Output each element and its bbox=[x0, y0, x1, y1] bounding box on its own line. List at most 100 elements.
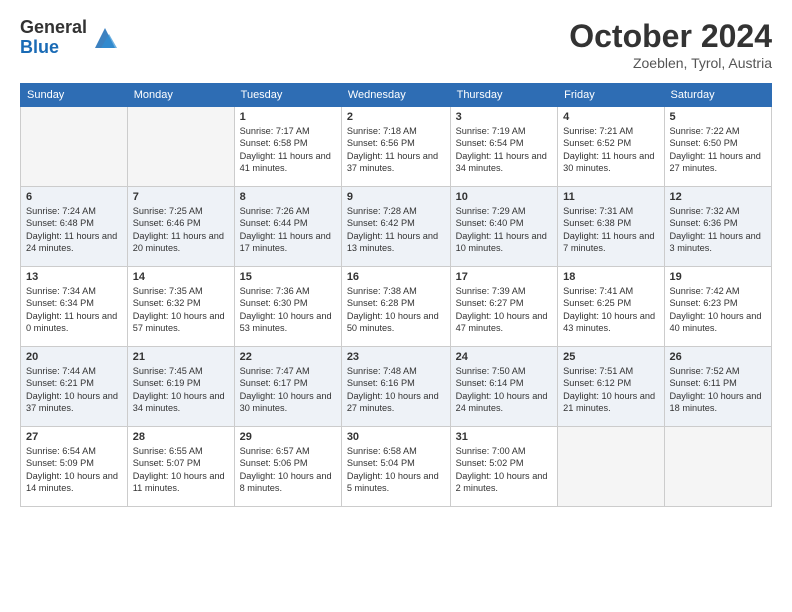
calendar-row-4: 27 Sunrise: 6:54 AM Sunset: 5:09 PM Dayli… bbox=[21, 427, 772, 507]
day-detail: Sunrise: 7:32 AM Sunset: 6:36 PM Dayligh… bbox=[670, 205, 766, 255]
day-cell-19: 19 Sunrise: 7:42 AM Sunset: 6:23 PM Dayli… bbox=[664, 267, 771, 347]
day-number: 22 bbox=[240, 351, 336, 363]
day-number: 10 bbox=[456, 191, 553, 203]
day-number: 25 bbox=[563, 351, 658, 363]
day-number: 23 bbox=[347, 351, 445, 363]
empty-cell bbox=[664, 427, 771, 507]
day-cell-2: 2Sunrise: 7:18 AM Sunset: 6:56 PM Daylig… bbox=[341, 107, 450, 187]
header: General Blue October 2024 Zoeblen, Tyrol… bbox=[20, 18, 772, 71]
day-cell-11: 11Sunrise: 7:31 AM Sunset: 6:38 PM Dayli… bbox=[558, 187, 664, 267]
day-detail: Sunrise: 7:45 AM Sunset: 6:19 PM Dayligh… bbox=[133, 365, 229, 415]
day-number: 7 bbox=[133, 191, 229, 203]
day-cell-25: 25 Sunrise: 7:51 AM Sunset: 6:12 PM Dayli… bbox=[558, 347, 664, 427]
calendar-row-3: 20Sunrise: 7:44 AM Sunset: 6:21 PM Dayli… bbox=[21, 347, 772, 427]
day-cell-14: 14 Sunrise: 7:35 AM Sunset: 6:32 PM Dayli… bbox=[127, 267, 234, 347]
calendar-table: SundayMondayTuesdayWednesdayThursdayFrid… bbox=[20, 83, 772, 507]
day-number: 8 bbox=[240, 191, 336, 203]
calendar-row-1: 6 Sunrise: 7:24 AM Sunset: 6:48 PM Daylig… bbox=[21, 187, 772, 267]
col-header-thursday: Thursday bbox=[450, 84, 558, 107]
day-number: 21 bbox=[133, 351, 229, 363]
col-header-tuesday: Tuesday bbox=[234, 84, 341, 107]
day-detail: Sunrise: 6:54 AM Sunset: 5:09 PM Dayligh… bbox=[26, 445, 122, 495]
day-cell-31: 31 Sunrise: 7:00 AM Sunset: 5:02 PM Dayli… bbox=[450, 427, 558, 507]
day-number: 19 bbox=[670, 271, 766, 283]
day-detail: Sunrise: 7:26 AM Sunset: 6:44 PM Dayligh… bbox=[240, 205, 336, 255]
day-number: 17 bbox=[456, 271, 553, 283]
day-detail: Sunrise: 7:21 AM Sunset: 6:52 PM Dayligh… bbox=[563, 125, 658, 175]
day-number: 15 bbox=[240, 271, 336, 283]
day-cell-3: 3Sunrise: 7:19 AM Sunset: 6:54 PM Daylig… bbox=[450, 107, 558, 187]
day-number: 11 bbox=[563, 191, 658, 203]
day-detail: Sunrise: 7:36 AM Sunset: 6:30 PM Dayligh… bbox=[240, 285, 336, 335]
day-cell-23: 23 Sunrise: 7:48 AM Sunset: 6:16 PM Dayli… bbox=[341, 347, 450, 427]
day-cell-8: 8 Sunrise: 7:26 AM Sunset: 6:44 PM Daylig… bbox=[234, 187, 341, 267]
empty-cell bbox=[127, 107, 234, 187]
day-detail: Sunrise: 7:34 AM Sunset: 6:34 PM Dayligh… bbox=[26, 285, 122, 335]
day-cell-15: 15 Sunrise: 7:36 AM Sunset: 6:30 PM Dayli… bbox=[234, 267, 341, 347]
day-number: 12 bbox=[670, 191, 766, 203]
day-cell-21: 21 Sunrise: 7:45 AM Sunset: 6:19 PM Dayli… bbox=[127, 347, 234, 427]
day-detail: Sunrise: 7:24 AM Sunset: 6:48 PM Dayligh… bbox=[26, 205, 122, 255]
day-detail: Sunrise: 7:22 AM Sunset: 6:50 PM Dayligh… bbox=[670, 125, 766, 175]
col-header-wednesday: Wednesday bbox=[341, 84, 450, 107]
day-cell-30: 30 Sunrise: 6:58 AM Sunset: 5:04 PM Dayli… bbox=[341, 427, 450, 507]
day-cell-4: 4 Sunrise: 7:21 AM Sunset: 6:52 PM Daylig… bbox=[558, 107, 664, 187]
title-block: October 2024 Zoeblen, Tyrol, Austria bbox=[569, 18, 772, 71]
day-cell-13: 13 Sunrise: 7:34 AM Sunset: 6:34 PM Dayli… bbox=[21, 267, 128, 347]
day-cell-1: 1Sunrise: 7:17 AM Sunset: 6:58 PM Daylig… bbox=[234, 107, 341, 187]
day-number: 16 bbox=[347, 271, 445, 283]
day-detail: Sunrise: 7:18 AM Sunset: 6:56 PM Dayligh… bbox=[347, 125, 445, 175]
day-detail: Sunrise: 7:29 AM Sunset: 6:40 PM Dayligh… bbox=[456, 205, 553, 255]
day-cell-28: 28 Sunrise: 6:55 AM Sunset: 5:07 PM Dayli… bbox=[127, 427, 234, 507]
day-number: 14 bbox=[133, 271, 229, 283]
day-number: 5 bbox=[670, 111, 766, 123]
day-number: 4 bbox=[563, 111, 658, 123]
day-detail: Sunrise: 7:39 AM Sunset: 6:27 PM Dayligh… bbox=[456, 285, 553, 335]
col-header-monday: Monday bbox=[127, 84, 234, 107]
day-cell-12: 12 Sunrise: 7:32 AM Sunset: 6:36 PM Dayli… bbox=[664, 187, 771, 267]
day-cell-20: 20Sunrise: 7:44 AM Sunset: 6:21 PM Dayli… bbox=[21, 347, 128, 427]
header-row: SundayMondayTuesdayWednesdayThursdayFrid… bbox=[21, 84, 772, 107]
day-detail: Sunrise: 6:58 AM Sunset: 5:04 PM Dayligh… bbox=[347, 445, 445, 495]
day-number: 24 bbox=[456, 351, 553, 363]
day-number: 3 bbox=[456, 111, 553, 123]
col-header-saturday: Saturday bbox=[664, 84, 771, 107]
day-number: 13 bbox=[26, 271, 122, 283]
day-detail: Sunrise: 7:25 AM Sunset: 6:46 PM Dayligh… bbox=[133, 205, 229, 255]
day-number: 30 bbox=[347, 431, 445, 443]
day-cell-29: 29Sunrise: 6:57 AM Sunset: 5:06 PM Dayli… bbox=[234, 427, 341, 507]
day-detail: Sunrise: 7:35 AM Sunset: 6:32 PM Dayligh… bbox=[133, 285, 229, 335]
calendar-row-2: 13 Sunrise: 7:34 AM Sunset: 6:34 PM Dayli… bbox=[21, 267, 772, 347]
day-detail: Sunrise: 7:38 AM Sunset: 6:28 PM Dayligh… bbox=[347, 285, 445, 335]
day-number: 6 bbox=[26, 191, 122, 203]
day-detail: Sunrise: 7:17 AM Sunset: 6:58 PM Dayligh… bbox=[240, 125, 336, 175]
day-detail: Sunrise: 6:57 AM Sunset: 5:06 PM Dayligh… bbox=[240, 445, 336, 495]
day-detail: Sunrise: 6:55 AM Sunset: 5:07 PM Dayligh… bbox=[133, 445, 229, 495]
day-cell-6: 6 Sunrise: 7:24 AM Sunset: 6:48 PM Daylig… bbox=[21, 187, 128, 267]
day-detail: Sunrise: 7:52 AM Sunset: 6:11 PM Dayligh… bbox=[670, 365, 766, 415]
location: Zoeblen, Tyrol, Austria bbox=[569, 55, 772, 71]
day-detail: Sunrise: 7:48 AM Sunset: 6:16 PM Dayligh… bbox=[347, 365, 445, 415]
empty-cell bbox=[21, 107, 128, 187]
day-cell-18: 18 Sunrise: 7:41 AM Sunset: 6:25 PM Dayli… bbox=[558, 267, 664, 347]
day-cell-27: 27 Sunrise: 6:54 AM Sunset: 5:09 PM Dayli… bbox=[21, 427, 128, 507]
day-number: 28 bbox=[133, 431, 229, 443]
day-number: 9 bbox=[347, 191, 445, 203]
day-detail: Sunrise: 7:00 AM Sunset: 5:02 PM Dayligh… bbox=[456, 445, 553, 495]
day-number: 20 bbox=[26, 351, 122, 363]
empty-cell bbox=[558, 427, 664, 507]
day-number: 27 bbox=[26, 431, 122, 443]
day-detail: Sunrise: 7:41 AM Sunset: 6:25 PM Dayligh… bbox=[563, 285, 658, 335]
day-cell-5: 5 Sunrise: 7:22 AM Sunset: 6:50 PM Daylig… bbox=[664, 107, 771, 187]
day-number: 18 bbox=[563, 271, 658, 283]
logo-text: General Blue bbox=[20, 18, 87, 58]
day-detail: Sunrise: 7:42 AM Sunset: 6:23 PM Dayligh… bbox=[670, 285, 766, 335]
calendar-row-0: 1Sunrise: 7:17 AM Sunset: 6:58 PM Daylig… bbox=[21, 107, 772, 187]
month-title: October 2024 bbox=[569, 18, 772, 55]
day-number: 26 bbox=[670, 351, 766, 363]
day-detail: Sunrise: 7:51 AM Sunset: 6:12 PM Dayligh… bbox=[563, 365, 658, 415]
day-number: 31 bbox=[456, 431, 553, 443]
day-cell-17: 17 Sunrise: 7:39 AM Sunset: 6:27 PM Dayli… bbox=[450, 267, 558, 347]
col-header-sunday: Sunday bbox=[21, 84, 128, 107]
page: General Blue October 2024 Zoeblen, Tyrol… bbox=[0, 0, 792, 612]
